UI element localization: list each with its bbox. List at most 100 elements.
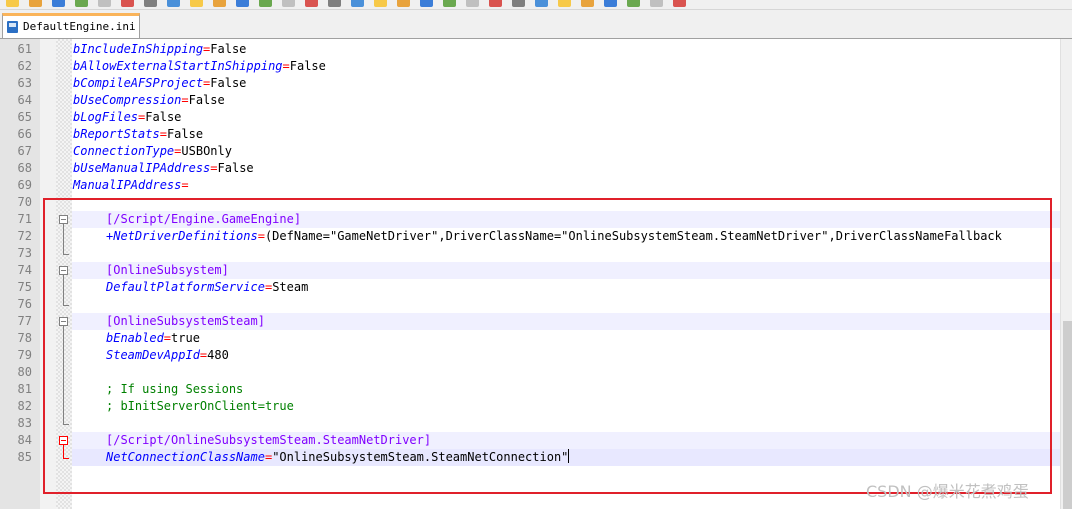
- print-icon[interactable]: [144, 0, 157, 7]
- fold-toggle-icon[interactable]: [59, 215, 68, 224]
- code-line[interactable]: 77 [OnlineSubsystemSteam]: [0, 313, 1060, 330]
- line-text-area[interactable]: [/Script/OnlineSubsystemSteam.SteamNetDr…: [72, 432, 1060, 449]
- close-all-icon[interactable]: [121, 0, 134, 7]
- word-wrap-icon[interactable]: [420, 0, 433, 7]
- cut-icon[interactable]: [167, 0, 180, 7]
- code-line[interactable]: 85 NetConnectionClassName="OnlineSubsyste…: [0, 449, 1060, 466]
- code-line[interactable]: 76: [0, 296, 1060, 313]
- sync-vertical-icon[interactable]: [374, 0, 387, 7]
- line-text-area[interactable]: +NetDriverDefinitions=(DefName="GameNetD…: [72, 228, 1060, 245]
- function-list-icon[interactable]: [512, 0, 525, 7]
- line-text-area[interactable]: bEnabled=true: [72, 330, 1060, 347]
- line-text-area[interactable]: [72, 364, 1060, 381]
- code-line[interactable]: 71 [/Script/Engine.GameEngine]: [0, 211, 1060, 228]
- stop-record-icon[interactable]: [604, 0, 617, 7]
- editor[interactable]: 61 bIncludeInShipping=False 62 bAllowExtern…: [0, 39, 1072, 509]
- code-line[interactable]: 82 ; bInitServerOnClient=true: [0, 398, 1060, 415]
- line-content: bIncludeInShipping=False: [73, 41, 246, 58]
- show-all-chars-icon[interactable]: [443, 0, 456, 7]
- line-text-area[interactable]: [OnlineSubsystemSteam]: [72, 313, 1060, 330]
- save-icon[interactable]: [52, 0, 65, 7]
- ini-value: USBOnly: [181, 144, 232, 158]
- new-file-icon[interactable]: [6, 0, 19, 7]
- line-text-area[interactable]: ; If using Sessions: [72, 381, 1060, 398]
- ini-key: bAllowExternalStartInShipping: [73, 59, 283, 73]
- line-text-area[interactable]: bLogFiles=False: [72, 109, 1060, 126]
- run-macro-multiple-icon[interactable]: [650, 0, 663, 7]
- code-line[interactable]: 78 bEnabled=true: [0, 330, 1060, 347]
- code-line[interactable]: 66 bReportStats=False: [0, 126, 1060, 143]
- ini-value: False: [289, 59, 326, 73]
- scrollbar-thumb[interactable]: [1063, 321, 1072, 509]
- code-line[interactable]: 64 bUseCompression=False: [0, 92, 1060, 109]
- code-line[interactable]: 75 DefaultPlatformService=Steam: [0, 279, 1060, 296]
- line-text-area[interactable]: bUseManualIPAddress=False: [72, 160, 1060, 177]
- line-content: bAllowExternalStartInShipping=False: [73, 58, 326, 75]
- undo-icon[interactable]: [236, 0, 249, 7]
- save-all-icon[interactable]: [75, 0, 88, 7]
- line-text-area[interactable]: ; bInitServerOnClient=true: [72, 398, 1060, 415]
- line-text-area[interactable]: bCompileAFSProject=False: [72, 75, 1060, 92]
- save-macro-icon[interactable]: [673, 0, 686, 7]
- folder-workspace-icon[interactable]: [535, 0, 548, 7]
- zoom-in-icon[interactable]: [328, 0, 341, 7]
- indent-guide-icon[interactable]: [466, 0, 479, 7]
- tab-defaultengine-ini[interactable]: DefaultEngine.ini: [2, 13, 140, 38]
- ini-value: 480: [207, 348, 229, 362]
- code-line[interactable]: 65 bLogFiles=False: [0, 109, 1060, 126]
- copy-icon[interactable]: [190, 0, 203, 7]
- line-number: 71: [17, 212, 32, 226]
- vertical-scrollbar[interactable]: [1060, 39, 1072, 509]
- code-line[interactable]: 70: [0, 194, 1060, 211]
- fold-toggle-icon[interactable]: [59, 436, 68, 445]
- code-line[interactable]: 73: [0, 245, 1060, 262]
- line-text-area[interactable]: ManualIPAddress=: [72, 177, 1060, 194]
- fold-toggle-icon[interactable]: [59, 266, 68, 275]
- line-text-area[interactable]: [/Script/Engine.GameEngine]: [72, 211, 1060, 228]
- monitoring-icon[interactable]: [558, 0, 571, 7]
- ini-operator: =: [181, 178, 189, 192]
- line-text-area[interactable]: DefaultPlatformService=Steam: [72, 279, 1060, 296]
- line-text-area[interactable]: [72, 194, 1060, 211]
- line-text-area[interactable]: bAllowExternalStartInShipping=False: [72, 58, 1060, 75]
- code-line[interactable]: 81 ; If using Sessions: [0, 381, 1060, 398]
- code-line[interactable]: 72 +NetDriverDefinitions=(DefName="GameNe…: [0, 228, 1060, 245]
- code-line[interactable]: 61 bIncludeInShipping=False: [0, 41, 1060, 58]
- fold-toggle-icon[interactable]: [59, 317, 68, 326]
- code-line[interactable]: 63 bCompileAFSProject=False: [0, 75, 1060, 92]
- redo-icon[interactable]: [259, 0, 272, 7]
- code-line[interactable]: 67 ConnectionType=USBOnly: [0, 143, 1060, 160]
- line-text-area[interactable]: NetConnectionClassName="OnlineSubsystemS…: [72, 449, 1060, 466]
- section-header: [/Script/Engine.GameEngine]: [106, 212, 302, 226]
- code-line[interactable]: 79 SteamDevAppId=480: [0, 347, 1060, 364]
- line-text-area[interactable]: [OnlineSubsystem]: [72, 262, 1060, 279]
- line-text-area[interactable]: [72, 415, 1060, 432]
- replace-icon[interactable]: [305, 0, 318, 7]
- code-line[interactable]: 83: [0, 415, 1060, 432]
- zoom-out-icon[interactable]: [351, 0, 364, 7]
- record-macro-icon[interactable]: [581, 0, 594, 7]
- line-text-area[interactable]: bIncludeInShipping=False: [72, 41, 1060, 58]
- code-line[interactable]: 68 bUseManualIPAddress=False: [0, 160, 1060, 177]
- line-text-area[interactable]: [72, 296, 1060, 313]
- line-text-area[interactable]: bReportStats=False: [72, 126, 1060, 143]
- code-line[interactable]: 62 bAllowExternalStartInShipping=False: [0, 58, 1060, 75]
- open-file-icon[interactable]: [29, 0, 42, 7]
- code-line[interactable]: 80: [0, 364, 1060, 381]
- document-map-icon[interactable]: [489, 0, 502, 7]
- play-macro-icon[interactable]: [627, 0, 640, 7]
- line-text-area[interactable]: [72, 245, 1060, 262]
- line-text-area[interactable]: SteamDevAppId=480: [72, 347, 1060, 364]
- line-text-area[interactable]: ConnectionType=USBOnly: [72, 143, 1060, 160]
- close-icon[interactable]: [98, 0, 111, 7]
- line-text-area[interactable]: bUseCompression=False: [72, 92, 1060, 109]
- line-content: [/Script/OnlineSubsystemSteam.SteamNetDr…: [106, 432, 431, 449]
- line-content: bCompileAFSProject=False: [73, 75, 246, 92]
- paste-icon[interactable]: [213, 0, 226, 7]
- sync-horizontal-icon[interactable]: [397, 0, 410, 7]
- code-line[interactable]: 69 ManualIPAddress=: [0, 177, 1060, 194]
- code-line[interactable]: 74 [OnlineSubsystem]: [0, 262, 1060, 279]
- find-icon[interactable]: [282, 0, 295, 7]
- code-line[interactable]: 84 [/Script/OnlineSubsystemSteam.SteamNet…: [0, 432, 1060, 449]
- line-content: ManualIPAddress=: [73, 177, 189, 194]
